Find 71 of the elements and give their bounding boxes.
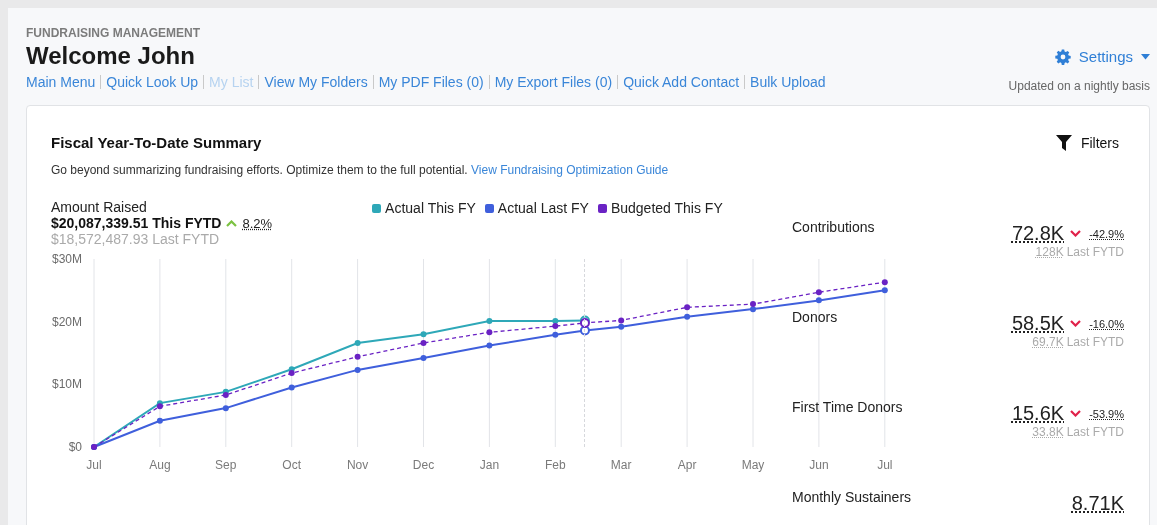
x-axis-label: Jun <box>809 458 829 472</box>
data-point <box>486 318 493 325</box>
last-fytd-amount: $18,572,487.93 Last FYTD <box>51 231 221 247</box>
last-value: 33.8K <box>1032 425 1064 439</box>
x-axis-label: Apr <box>677 458 697 472</box>
last-value: 128K <box>1035 245 1064 259</box>
amount-label: Amount Raised <box>51 199 148 215</box>
data-point <box>420 355 427 361</box>
x-axis-label: May <box>741 458 765 472</box>
nav-link[interactable]: Main Menu <box>26 74 96 90</box>
data-point <box>486 329 493 336</box>
kpi-value: 72.8K <box>1011 222 1065 245</box>
last-value: 69.7K <box>1032 335 1064 349</box>
kpi-label: First Time Donors <box>792 399 903 415</box>
kpi-value: 8.71K <box>1071 492 1124 515</box>
data-point <box>354 353 361 360</box>
kpi-label: Contributions <box>792 219 875 235</box>
legend-label: Actual This FY <box>385 200 476 216</box>
data-point <box>684 313 691 320</box>
x-axis-label: Dec <box>412 458 435 472</box>
filters-button[interactable]: Filters <box>1055 134 1124 151</box>
change-percent: -16.0% <box>1089 317 1124 330</box>
x-axis-label: Sep <box>215 458 237 472</box>
caret-icon <box>1141 53 1150 60</box>
nav-link[interactable]: View My Folders <box>264 74 368 90</box>
data-point <box>222 405 229 412</box>
y-axis-label: $10M <box>51 377 82 392</box>
nav-link[interactable]: My PDF Files (0) <box>378 74 484 90</box>
data-point <box>156 417 163 424</box>
update-note: Updated on a nightly basis <box>1008 79 1150 93</box>
y-axis-label: $20M <box>51 314 82 329</box>
guide-link[interactable]: View Fundraising Optimization Guide <box>471 163 669 177</box>
data-point <box>486 342 493 349</box>
change-percent: -42.9% <box>1089 227 1124 240</box>
page-title: Welcome John <box>26 42 196 70</box>
data-point <box>354 366 361 373</box>
settings-icon <box>1054 48 1071 65</box>
nav-link[interactable]: My Export Files (0) <box>494 74 613 90</box>
x-axis-label: Aug <box>149 458 171 472</box>
nav-link[interactable]: Bulk Upload <box>750 74 826 90</box>
data-point <box>288 384 295 391</box>
last-label: Last FYTD <box>1066 335 1124 349</box>
section-label: FUNDRAISING MANAGEMENT <box>26 26 201 40</box>
y-axis-label: $0 <box>68 440 82 454</box>
kpi-label: Donors <box>792 309 838 325</box>
nav-link[interactable]: Quick Add Contact <box>623 74 740 90</box>
amount-value: $20,087,339.51 This FYTD <box>51 215 222 231</box>
x-axis-label: Oct <box>282 458 302 472</box>
kpi-label: Monthly Sustainers <box>792 489 912 505</box>
last-label: Last FYTD <box>1066 425 1124 439</box>
change-percent: -53.9% <box>1089 407 1124 420</box>
settings-button[interactable]: Settings <box>1054 48 1150 65</box>
x-axis-label: Jul <box>877 458 893 472</box>
x-axis-label: Jan <box>479 458 500 472</box>
x-axis-label: Nov <box>346 458 369 472</box>
card-title: Fiscal Year-To-Date Summary <box>51 134 262 151</box>
nav-link[interactable]: Quick Look Up <box>106 74 199 90</box>
data-point <box>354 339 361 346</box>
change-percent: 8.2% <box>242 215 273 231</box>
filter-icon <box>1055 134 1072 151</box>
data-point <box>684 304 691 311</box>
legend-label: Budgeted This FY <box>610 200 723 216</box>
last-label: Last FYTD <box>1066 245 1124 259</box>
x-axis-label: Feb <box>544 458 566 472</box>
legend-label: Actual Last FY <box>497 200 589 216</box>
y-axis-label: $30M <box>51 252 82 266</box>
kpi-value: 58.5K <box>1011 312 1065 335</box>
x-axis-label: Jul <box>86 458 102 472</box>
x-axis-label: Mar <box>610 458 632 472</box>
kpi-value: 15.6K <box>1011 402 1065 425</box>
card-description: Go beyond summarizing fundraising efforts. Optimize them to the full potential. View Fundraising Optimization Guide <box>51 163 670 177</box>
